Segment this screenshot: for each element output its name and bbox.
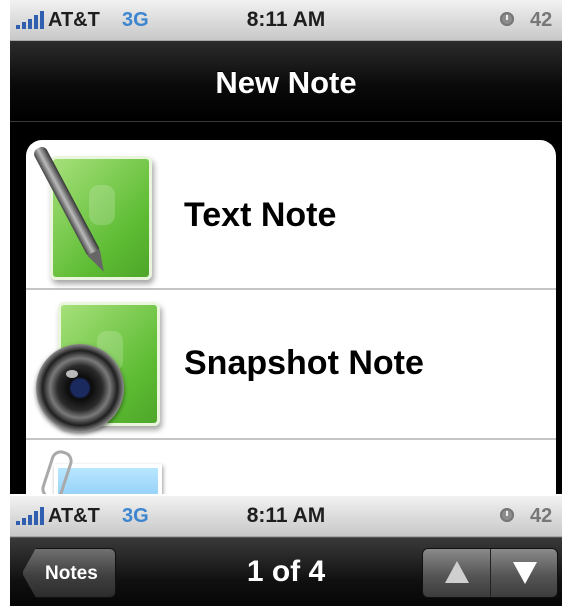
list-item-label: Text Note (184, 196, 337, 234)
status-time: 8:11 AM (246, 8, 326, 31)
status-bar: AT&T 3G 8:11 AM 42 (10, 0, 562, 41)
previous-note-button[interactable] (423, 549, 490, 597)
alarm-clock-icon (500, 12, 514, 26)
status-bar: AT&T 3G 8:11 AM 42 (10, 496, 562, 537)
new-note-screen: AT&T 3G 8:11 AM 42 New Note Text Note Sn… (10, 0, 562, 494)
file-note-icon (38, 447, 170, 494)
title-bar: New Note (10, 41, 562, 122)
list-item-snapshot-note[interactable]: Snapshot Note (26, 290, 556, 440)
note-viewer-screen: AT&T 3G 8:11 AM 42 Notes 1 of 4 (10, 496, 562, 606)
battery-percent: 42 (530, 505, 553, 527)
battery-percent: 42 (530, 9, 553, 31)
alarm-clock-icon (500, 508, 514, 522)
page-title: New Note (215, 65, 357, 100)
navigation-bar: Notes 1 of 4 (10, 537, 562, 606)
text-note-icon (31, 144, 160, 282)
note-type-list: Text Note Snapshot Note (26, 140, 556, 494)
list-item-file-note[interactable] (26, 440, 556, 494)
up-arrow-icon (445, 561, 469, 583)
down-arrow-icon (512, 562, 537, 584)
status-time: 8:11 AM (246, 504, 326, 527)
prev-next-control (422, 548, 558, 598)
list-item-text-note[interactable]: Text Note (26, 140, 556, 290)
snapshot-note-icon (36, 300, 160, 435)
next-note-button[interactable] (489, 549, 557, 597)
list-item-label: Snapshot Note (184, 344, 424, 382)
